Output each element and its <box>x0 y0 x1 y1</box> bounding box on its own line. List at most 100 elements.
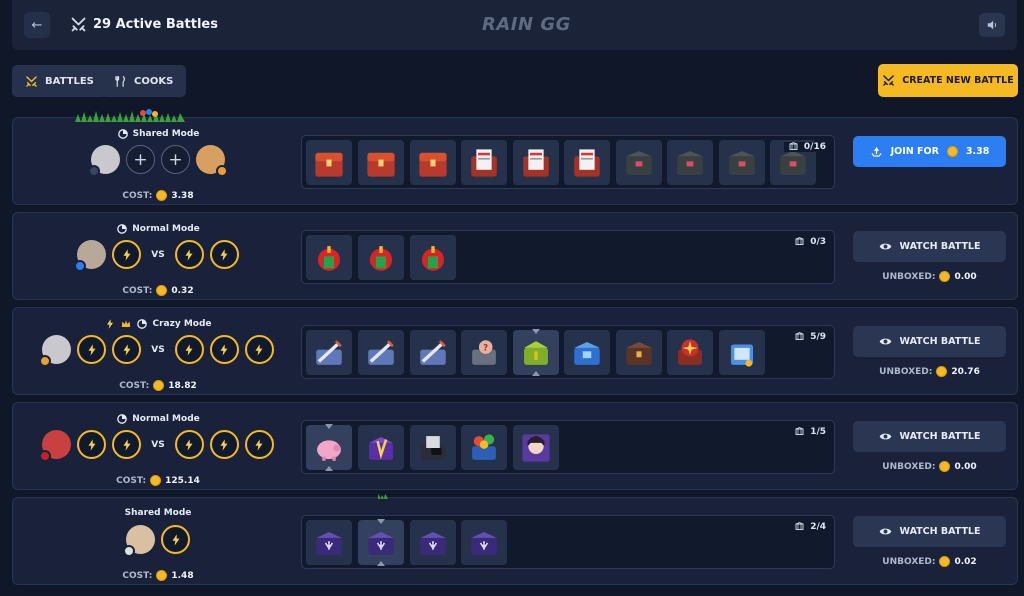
case-item[interactable] <box>410 330 456 375</box>
box-icon <box>788 142 799 152</box>
case-item[interactable] <box>616 330 662 375</box>
case-item[interactable] <box>667 140 713 185</box>
green-chest-icon <box>519 336 553 370</box>
player-avatar[interactable] <box>88 145 120 177</box>
back-button[interactable]: ← <box>24 12 50 38</box>
open-slot-button[interactable] <box>112 240 142 269</box>
case-item-active[interactable] <box>358 519 404 566</box>
watch-battle-button[interactable]: WATCH BATTLE <box>853 326 1006 357</box>
gift-chest-icon <box>312 241 346 275</box>
watch-battle-button[interactable]: WATCH BATTLE <box>853 231 1006 262</box>
case-item[interactable] <box>461 140 507 185</box>
case-item[interactable] <box>513 425 559 470</box>
open-slot-button[interactable] <box>174 335 204 364</box>
open-slot-button[interactable] <box>209 335 239 364</box>
case-item[interactable] <box>461 425 507 470</box>
cost-value: 0.32 <box>171 285 194 296</box>
current-case-marker <box>377 561 385 566</box>
player-avatar[interactable] <box>123 525 155 557</box>
case-item-active[interactable] <box>306 424 352 471</box>
case-item[interactable] <box>410 235 456 280</box>
case-item[interactable] <box>358 235 404 280</box>
case-item[interactable] <box>461 330 507 375</box>
battle-row[interactable]: Normal Mode VS COST: 125.14 1/5 WATCH BA… <box>12 402 1018 490</box>
join-slot-button[interactable]: + <box>126 145 155 174</box>
sound-button[interactable] <box>979 13 1005 37</box>
watch-label: WATCH BATTLE <box>899 241 981 252</box>
lightning-icon <box>217 343 231 357</box>
level-badge <box>39 450 52 462</box>
case-item[interactable] <box>461 520 507 565</box>
create-new-battle-button[interactable]: CREATE NEW BATTLE <box>878 64 1018 97</box>
open-slot-button[interactable] <box>244 430 274 459</box>
case-item[interactable] <box>616 140 662 185</box>
open-slot-button[interactable] <box>209 430 239 459</box>
lightning-icon <box>182 248 196 262</box>
player-avatar[interactable] <box>39 335 72 367</box>
open-slot-button[interactable] <box>174 430 204 459</box>
watch-battle-button[interactable]: WATCH BATTLE <box>853 516 1006 547</box>
cost-label: COST: <box>122 570 153 581</box>
watch-battle-button[interactable]: WATCH BATTLE <box>853 421 1006 452</box>
case-item[interactable] <box>410 140 456 185</box>
open-slot-button[interactable] <box>112 430 142 459</box>
case-item[interactable] <box>410 425 456 470</box>
case-item[interactable] <box>306 235 352 280</box>
tab-cooks[interactable]: COOKS <box>101 65 187 97</box>
lightning-icon <box>252 438 266 452</box>
battle-cost: COST: 3.38 <box>13 190 303 201</box>
join-slot-button[interactable]: + <box>161 145 190 174</box>
case-item[interactable] <box>719 330 765 375</box>
receipt-chest-icon <box>570 146 604 180</box>
sword-chest-icon <box>312 336 346 370</box>
case-item[interactable] <box>564 330 610 375</box>
swords-icon <box>882 74 895 87</box>
receipt-chest-icon <box>519 146 553 180</box>
watch-label: WATCH BATTLE <box>899 431 981 442</box>
case-item[interactable] <box>306 330 352 375</box>
battle-row[interactable]: Shared Mode + + COST: 3.38 0/16 JOIN FOR… <box>12 117 1018 205</box>
unboxed-total: UNBOXED: 0.00 <box>853 461 1006 472</box>
tab-battles[interactable]: BATTLES <box>12 65 107 97</box>
battle-mode: Crazy Mode <box>13 318 303 330</box>
red-chest-icon <box>364 146 398 180</box>
balloon-chest-icon <box>467 431 501 465</box>
watch-label: WATCH BATTLE <box>899 526 981 537</box>
case-item[interactable] <box>306 140 352 185</box>
grass-decoration <box>378 488 438 502</box>
case-item-active[interactable] <box>513 329 559 376</box>
player-avatar[interactable] <box>39 430 72 462</box>
brown-chest-icon <box>622 336 656 370</box>
pie-icon <box>116 223 128 235</box>
case-counter: 0/16 <box>783 142 826 152</box>
case-item[interactable] <box>358 425 404 470</box>
case-item[interactable] <box>667 330 713 375</box>
case-item[interactable] <box>358 140 404 185</box>
open-slot-button[interactable] <box>161 525 190 554</box>
battle-mode: Normal Mode <box>13 413 303 425</box>
receipt-chest-icon <box>467 146 501 180</box>
open-slot-button[interactable] <box>174 240 204 269</box>
case-item[interactable] <box>719 140 765 185</box>
open-slot-button[interactable] <box>112 335 142 364</box>
battle-row[interactable]: Shared Mode COST: 1.48 2/4 WATCH BATTLE … <box>12 497 1018 585</box>
vs-label: VS <box>151 249 165 260</box>
battle-row[interactable]: Crazy Mode VS COST: 18.82 5/9 WATCH BATT… <box>12 307 1018 395</box>
player-avatar[interactable] <box>74 240 107 272</box>
case-item[interactable] <box>410 520 456 565</box>
unboxed-value: 0.00 <box>954 461 977 472</box>
case-item[interactable] <box>306 520 352 565</box>
battle-row[interactable]: Normal Mode VS COST: 0.32 0/3 WATCH BATT… <box>12 212 1018 300</box>
join-battle-button[interactable]: JOIN FOR 3.38 <box>853 136 1006 167</box>
open-slot-button[interactable] <box>209 240 239 269</box>
open-slot-button[interactable] <box>77 430 107 459</box>
player-avatar[interactable] <box>196 145 228 177</box>
pie-icon <box>117 128 129 140</box>
case-item[interactable] <box>564 140 610 185</box>
case-item[interactable] <box>513 140 559 185</box>
case-item[interactable] <box>358 330 404 375</box>
case-counter: 0/3 <box>790 237 826 247</box>
open-slot-button[interactable] <box>244 335 274 364</box>
open-slot-button[interactable] <box>77 335 107 364</box>
page-title-group: 29 Active Battles <box>70 16 218 33</box>
